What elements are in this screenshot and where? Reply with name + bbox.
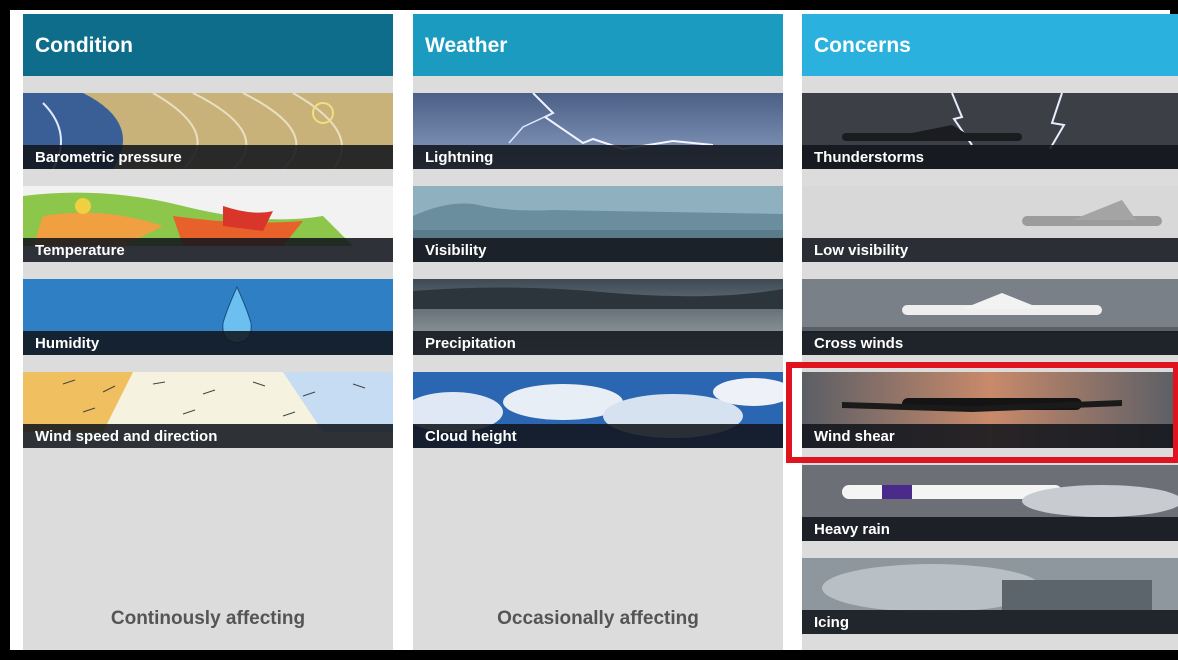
tile-temperature: Temperature <box>23 186 393 262</box>
tile-label: Visibility <box>413 238 783 262</box>
tile-label: Humidity <box>23 331 393 355</box>
concerns-column: Concerns Thunderstorms Low visibility Cr… <box>802 14 1178 650</box>
tile-label: Wind shear <box>802 424 1178 448</box>
tile-label: Lightning <box>413 145 783 169</box>
tile-icing: Icing <box>802 558 1178 634</box>
tile-label: Cloud height <box>413 424 783 448</box>
tile-cloud-height: Cloud height <box>413 372 783 448</box>
tile-precipitation: Precipitation <box>413 279 783 355</box>
concerns-header: Concerns <box>802 14 1178 76</box>
weather-footer: Occasionally affecting <box>497 608 699 629</box>
tile-label: Precipitation <box>413 331 783 355</box>
tile-label: Heavy rain <box>802 517 1178 541</box>
condition-footer: Continously affecting <box>110 608 306 629</box>
tile-low-visibility: Low visibility <box>802 186 1178 262</box>
tile-label: Temperature <box>23 238 393 262</box>
weather-header: Weather <box>413 14 783 76</box>
tile-wind-shear: Wind shear <box>802 372 1178 448</box>
condition-column: Condition Barometric pressure Temperatur… <box>23 14 393 650</box>
tile-thunderstorms: Thunderstorms <box>802 93 1178 169</box>
tile-wind-speed: Wind speed and direction <box>23 372 393 448</box>
tile-label: Low visibility <box>802 238 1178 262</box>
weather-factors-diagram: Condition Barometric pressure Temperatur… <box>0 0 1178 660</box>
tile-lightning: Lightning <box>413 93 783 169</box>
tile-label: Barometric pressure <box>23 145 393 169</box>
tile-visibility: Visibility <box>413 186 783 262</box>
tile-barometric-pressure: Barometric pressure <box>23 93 393 169</box>
condition-header: Condition <box>23 14 393 76</box>
weather-column: Weather Lightning Visibility Precipitati… <box>413 14 783 650</box>
tile-heavy-rain: Heavy rain <box>802 465 1178 541</box>
tile-label: Icing <box>802 610 1178 634</box>
tile-cross-winds: Cross winds <box>802 279 1178 355</box>
tile-label: Wind speed and direction <box>23 424 393 448</box>
tile-label: Thunderstorms <box>802 145 1178 169</box>
tile-humidity: Humidity <box>23 279 393 355</box>
tile-label: Cross winds <box>802 331 1178 355</box>
